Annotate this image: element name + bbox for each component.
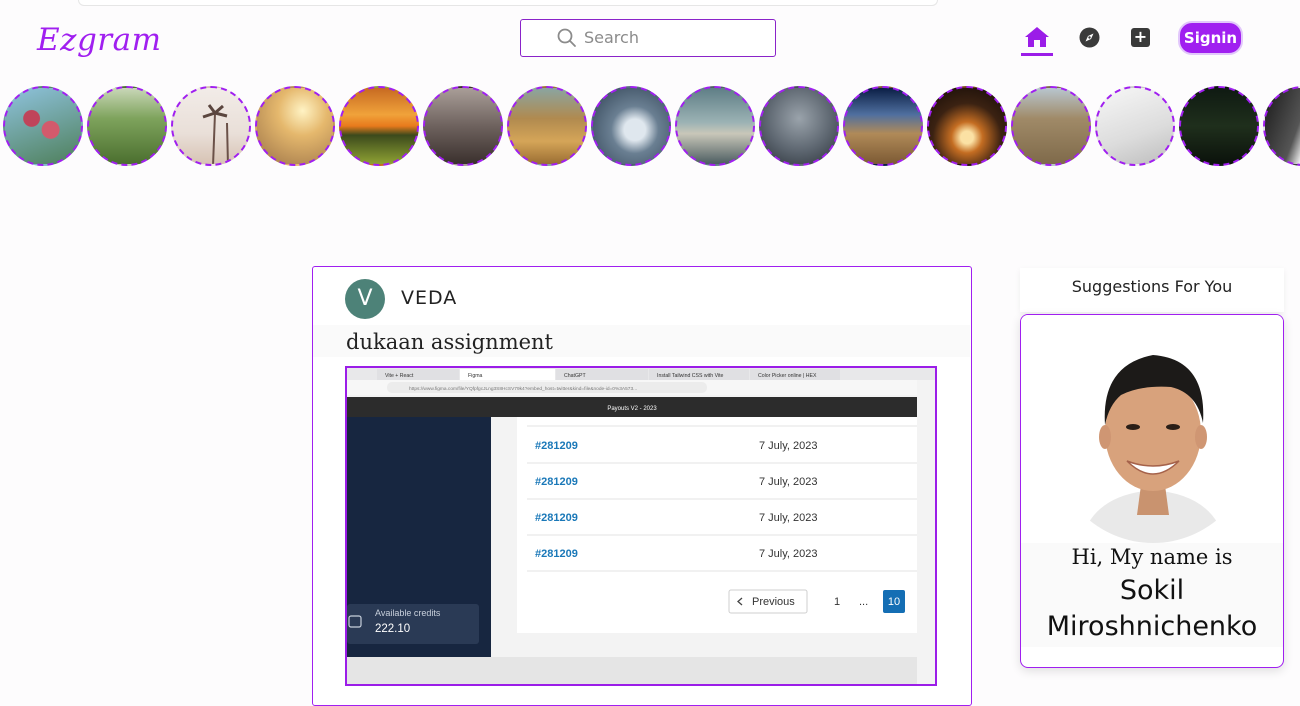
search-icon bbox=[557, 28, 576, 47]
payout-row-4-id: #281209 bbox=[535, 548, 578, 560]
signin-button[interactable]: Signin bbox=[1178, 21, 1243, 55]
search-placeholder: Search bbox=[584, 28, 639, 47]
post-caption-bar: dukaan assignment bbox=[313, 325, 970, 357]
credits-label: Available credits bbox=[375, 608, 441, 618]
figma-page-title: Payouts V2 - 2023 bbox=[607, 406, 657, 412]
browser-url: https://www.figma.com/file/YQfpfgcJLng3S… bbox=[409, 386, 637, 392]
suggestions-title: Suggestions For You bbox=[1071, 277, 1233, 296]
active-tab-underline bbox=[1021, 53, 1053, 56]
post-screenshot-render: Vite + React Figma ChatGPT Install Tailw… bbox=[347, 368, 935, 684]
story-desert-flowers[interactable] bbox=[1011, 86, 1091, 166]
app-logo[interactable]: Ezgram bbox=[37, 22, 162, 58]
stories-row bbox=[0, 86, 1300, 168]
story-vintage-car[interactable] bbox=[423, 86, 503, 166]
suggestion-photo bbox=[1021, 315, 1283, 543]
plus-icon: + bbox=[1133, 27, 1148, 46]
browser-top-edge bbox=[78, 0, 938, 6]
palm-trees-icon bbox=[202, 104, 229, 164]
story-dark-object[interactable] bbox=[1263, 86, 1300, 166]
pagination-ellipsis: ... bbox=[859, 596, 868, 608]
story-night-sky[interactable] bbox=[1179, 86, 1259, 166]
browser-tab-3: ChatGPT bbox=[564, 373, 586, 379]
payout-row-1-date: 7 July, 2023 bbox=[759, 440, 818, 452]
top-navbar: Ezgram Search + Signin bbox=[0, 8, 1300, 70]
payout-row-4-date: 7 July, 2023 bbox=[759, 548, 818, 560]
add-post-button[interactable]: + bbox=[1131, 28, 1150, 47]
post-image[interactable]: Vite + React Figma ChatGPT Install Tailw… bbox=[345, 366, 937, 686]
payout-row-1-id: #281209 bbox=[535, 440, 578, 452]
suggestion-name[interactable]: Sokil Miroshnichenko bbox=[1021, 573, 1283, 645]
story-flowers[interactable] bbox=[3, 86, 83, 166]
post-card: V VEDA dukaan assignment Vite + React Fi… bbox=[312, 266, 972, 706]
story-palm-trees[interactable] bbox=[171, 86, 251, 166]
payout-row-2-id: #281209 bbox=[535, 476, 578, 488]
home-icon bbox=[1025, 27, 1049, 47]
browser-tab-4: Install Tailwind CSS with Vite bbox=[657, 373, 724, 379]
story-water-drops[interactable] bbox=[759, 86, 839, 166]
payout-row-2-date: 7 July, 2023 bbox=[759, 476, 818, 488]
payout-row-3-date: 7 July, 2023 bbox=[759, 512, 818, 524]
post-author-avatar[interactable]: V bbox=[345, 279, 385, 319]
payout-row-3-id: #281209 bbox=[535, 512, 578, 524]
suggestions-header: Suggestions For You bbox=[1020, 268, 1284, 312]
story-wheat-field[interactable] bbox=[87, 86, 167, 166]
pagination-current: 10 bbox=[888, 596, 900, 608]
suggestion-card[interactable]: Hi, My name is Sokil Miroshnichenko bbox=[1020, 314, 1284, 668]
explore-nav-button[interactable] bbox=[1079, 27, 1100, 52]
pagination-page-1: 1 bbox=[834, 596, 840, 608]
browser-tab-5: Color Picker online | HEX bbox=[758, 373, 817, 379]
browser-tab-2: Figma bbox=[468, 373, 483, 379]
home-nav-button[interactable] bbox=[1021, 26, 1053, 56]
pagination-previous: Previous bbox=[752, 596, 795, 608]
post-caption: dukaan assignment bbox=[346, 330, 553, 354]
browser-tab-1: Vite + React bbox=[385, 373, 414, 379]
story-sunset-field[interactable] bbox=[339, 86, 419, 166]
story-white-laptop[interactable] bbox=[1095, 86, 1175, 166]
story-cloudy-sky[interactable] bbox=[675, 86, 755, 166]
story-sunlit-meadow[interactable] bbox=[255, 86, 335, 166]
credits-value: 222.10 bbox=[375, 623, 410, 635]
compass-icon bbox=[1079, 27, 1100, 48]
story-campfire-cave[interactable] bbox=[927, 86, 1007, 166]
story-coffee-cup[interactable] bbox=[591, 86, 671, 166]
suggestion-greeting: Hi, My name is bbox=[1071, 545, 1233, 569]
story-golden-grass[interactable] bbox=[507, 86, 587, 166]
person-portrait-icon bbox=[1053, 343, 1253, 543]
story-path-trees[interactable] bbox=[843, 86, 923, 166]
post-author-name[interactable]: VEDA bbox=[401, 287, 457, 309]
search-input[interactable]: Search bbox=[520, 19, 776, 57]
